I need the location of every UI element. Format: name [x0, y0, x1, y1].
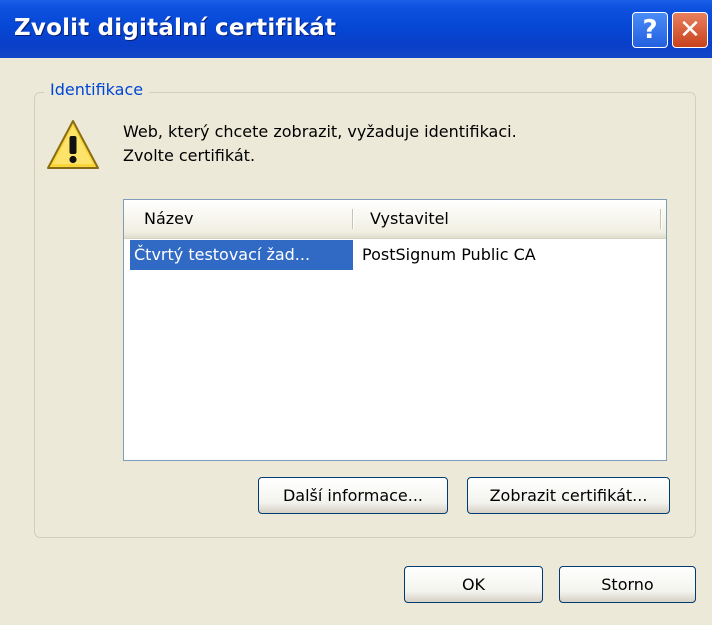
column-divider[interactable]: [660, 209, 662, 229]
view-certificate-button[interactable]: Zobrazit certifikát...: [467, 477, 670, 514]
column-header-name[interactable]: Název: [144, 200, 193, 237]
close-icon: ✕: [679, 15, 701, 45]
certificate-issuer-cell[interactable]: PostSignum Public CA: [362, 240, 536, 270]
prompt-line-1: Web, který chcete zobrazit, vyžaduje ide…: [123, 122, 517, 141]
prompt-line-2: Zvolte certifikát.: [123, 146, 256, 165]
group-legend: Identifikace: [44, 80, 150, 99]
close-button[interactable]: ✕: [672, 12, 708, 48]
list-header: Název Vystavitel: [124, 200, 666, 239]
title-bar[interactable]: Zvolit digitální certifikát ? ✕: [0, 0, 712, 58]
column-divider[interactable]: [352, 209, 354, 229]
certificate-name-cell[interactable]: Čtvrtý testovací žad...: [130, 240, 353, 270]
select-certificate-dialog: Zvolit digitální certifikát ? ✕ Identifi…: [0, 0, 712, 625]
table-row[interactable]: Čtvrtý testovací žad... PostSignum Publi…: [124, 240, 666, 270]
warning-icon: [47, 120, 99, 169]
column-header-issuer[interactable]: Vystavitel: [370, 200, 449, 237]
window-title: Zvolit digitální certifikát: [14, 15, 337, 41]
more-info-button[interactable]: Další informace...: [258, 477, 448, 514]
ok-button[interactable]: OK: [404, 566, 543, 603]
help-icon: ?: [642, 15, 658, 45]
certificate-list[interactable]: Název Vystavitel Čtvrtý testovací žad...…: [123, 199, 667, 461]
prompt-message: Web, který chcete zobrazit, vyžaduje ide…: [123, 120, 517, 168]
cancel-button[interactable]: Storno: [559, 566, 696, 603]
help-button[interactable]: ?: [632, 12, 668, 48]
